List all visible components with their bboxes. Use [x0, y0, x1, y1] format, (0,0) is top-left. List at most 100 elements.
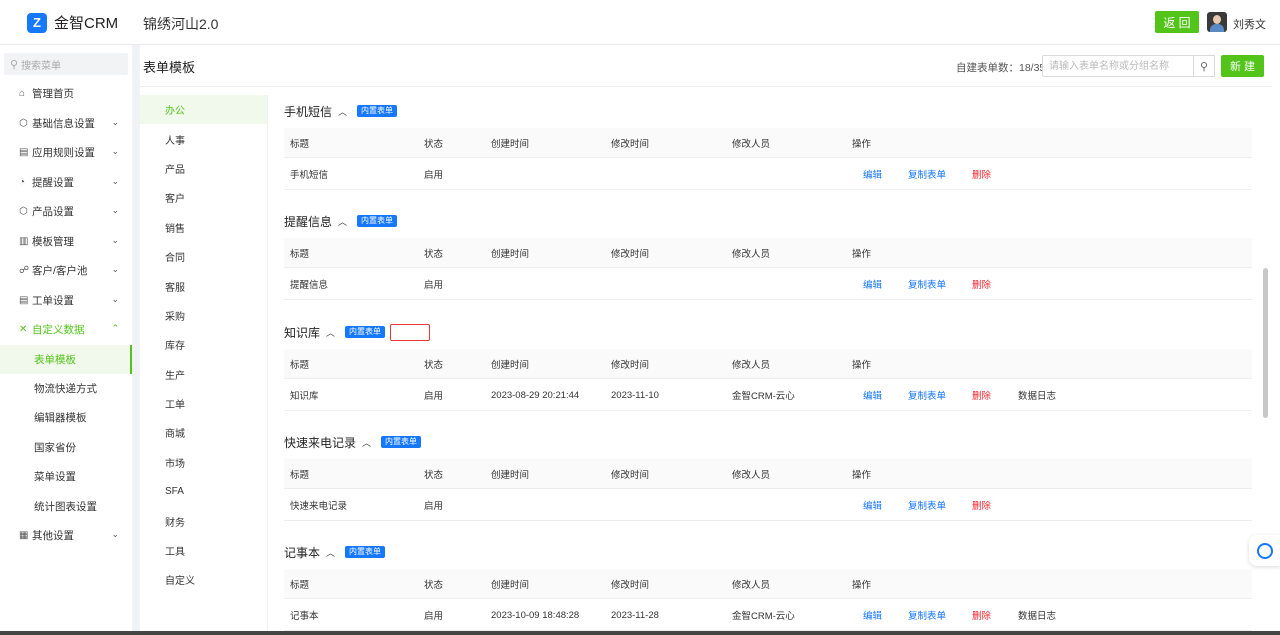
column-header: 标题 [290, 138, 310, 150]
delete-link[interactable]: 删除 [972, 380, 991, 410]
back-button[interactable]: 返 回 [1155, 11, 1199, 33]
chevron-up-icon[interactable]: ︿ [338, 105, 347, 118]
edit-link[interactable]: 编辑 [863, 380, 882, 410]
page-title: 表单模板 [143, 60, 196, 75]
help-float-button[interactable] [1249, 535, 1280, 566]
new-form-button[interactable]: 新 建 [1221, 55, 1264, 77]
category-item[interactable]: 客服 [140, 271, 267, 300]
edit-link[interactable]: 编辑 [863, 490, 882, 520]
cell-status: 启用 [424, 280, 444, 291]
bell-icon: ◔ [19, 176, 26, 188]
section-header[interactable]: 提醒信息 ︿ 内置表单 [284, 208, 398, 234]
category-item[interactable]: 自定义 [140, 565, 267, 594]
data-log-link[interactable]: 数据日志 [1018, 600, 1056, 630]
sidebar-item[interactable]: ▤ 工单设置 ⌄ [0, 286, 132, 316]
sidebar-item[interactable]: ◔ 提醒设置 ⌄ [0, 168, 132, 198]
sidebar-item[interactable]: ▤ 应用规则设置 ⌄ [0, 138, 132, 168]
delete-link[interactable]: 删除 [972, 490, 991, 520]
sidebar-item-other[interactable]: ▦ 其他设置 ⌄ [0, 521, 132, 551]
data-log-link[interactable]: 数据日志 [1018, 380, 1056, 410]
ticket-icon: ▤ [19, 294, 29, 306]
copy-form-link[interactable]: 复制表单 [908, 600, 946, 630]
category-item[interactable]: 工具 [140, 536, 267, 565]
category-item[interactable]: 客户 [140, 183, 267, 212]
sidebar-item[interactable]: ⬡ 产品设置 ⌄ [0, 197, 132, 227]
category-item[interactable]: 产品 [140, 154, 267, 183]
help-icon [1256, 542, 1273, 559]
category-item[interactable]: 采购 [140, 301, 267, 330]
sidebar-subitem[interactable]: 菜单设置 [0, 462, 132, 491]
table-row: 手机短信 启用 编辑 复制表单 删除 [284, 159, 1252, 190]
sidebar-item[interactable]: ▥ 模板管理 ⌄ [0, 227, 132, 257]
column-header: 修改人员 [732, 359, 771, 371]
category-item[interactable]: 库存 [140, 330, 267, 359]
sidebar-subitem[interactable]: 国家省份 [0, 433, 132, 462]
category-item[interactable]: 合同 [140, 242, 267, 271]
delete-link[interactable]: 删除 [972, 159, 991, 189]
avatar[interactable] [1207, 12, 1227, 32]
column-header: 操作 [852, 359, 872, 371]
username[interactable]: 刘秀文 [1233, 16, 1266, 32]
edit-link[interactable]: 编辑 [863, 269, 882, 299]
top-bar: Z 金智CRM 锦绣河山2.0 返 回 刘秀文 [0, 0, 1280, 45]
category-item[interactable]: 办公 [140, 95, 267, 125]
category-item[interactable]: 销售 [140, 213, 267, 242]
column-header: 状态 [424, 469, 444, 481]
sidebar: ⚲ 搜索菜单 ⌂ 管理首页 ⬡ 基础信息设置 ⌄ ▤ 应用规则设置 ⌄ ◔ 提醒设置 ⌄ ⬡ 产品设置 ⌄… [0, 45, 132, 635]
menu-search-input[interactable]: ⚲ 搜索菜单 [4, 53, 128, 75]
sidebar-item-label: 基础信息设置 [32, 117, 95, 130]
section-title: 知识库 [284, 325, 321, 340]
chevron-up-icon[interactable]: ︿ [326, 546, 335, 559]
category-item[interactable]: 市场 [140, 448, 267, 477]
builtin-badge: 内置表单 [345, 546, 386, 558]
column-header: 标题 [290, 469, 310, 481]
category-item[interactable]: 生产 [140, 360, 267, 389]
section-header[interactable]: 知识库 ︿ 内置表单 [284, 319, 386, 345]
cell-modified: 2023-11-28 [611, 609, 659, 621]
sidebar-item[interactable]: ✕ 自定义数据 ⌃ [0, 315, 132, 345]
category-item[interactable]: 财务 [140, 506, 267, 535]
sidebar-subitem[interactable]: 编辑器模板 [0, 403, 132, 432]
copy-form-link[interactable]: 复制表单 [908, 159, 946, 189]
chevron-up-icon[interactable]: ︿ [326, 326, 335, 339]
form-search-input[interactable] [1042, 55, 1194, 77]
section-title: 手机短信 [284, 104, 333, 119]
chevron-up-icon[interactable]: ︿ [362, 436, 371, 449]
category-item[interactable]: SFA [140, 477, 267, 506]
category-item[interactable]: 人事 [140, 124, 267, 153]
column-header: 创建时间 [491, 138, 530, 150]
sidebar-subitem[interactable]: 统计图表设置 [0, 491, 132, 520]
sidebar-subitem[interactable]: 物流快递方式 [0, 374, 132, 403]
table-row: 记事本 启用 2023-10-09 18:48:28 2023-11-28 金智CRM-… [284, 600, 1252, 631]
sidebar-item-label: 自定义数据 [32, 324, 85, 337]
template-icon: ▥ [19, 235, 29, 247]
edit-link[interactable]: 编辑 [863, 159, 882, 189]
search-button[interactable]: ⚲ [1193, 55, 1215, 77]
copy-form-link[interactable]: 复制表单 [908, 490, 946, 520]
form-count-label: 自建表单数：18/35 [956, 62, 1046, 74]
category-item[interactable]: 商城 [140, 418, 267, 447]
chevron-up-icon[interactable]: ︿ [338, 215, 347, 228]
column-header: 修改人员 [732, 248, 771, 260]
sidebar-item-label: 应用规则设置 [32, 147, 95, 160]
section-header[interactable]: 记事本 ︿ 内置表单 [284, 539, 386, 565]
scrollbar[interactable] [1263, 268, 1268, 418]
delete-link[interactable]: 删除 [972, 600, 991, 630]
section-title: 提醒信息 [284, 214, 333, 229]
sidebar-item[interactable]: ⬡ 基础信息设置 ⌄ [0, 109, 132, 139]
section-header[interactable]: 手机短信 ︿ 内置表单 [284, 98, 398, 124]
sidebar-item[interactable]: ⌂ 管理首页 [0, 79, 132, 109]
copy-form-link[interactable]: 复制表单 [908, 380, 946, 410]
logo[interactable]: Z 金智CRM [27, 12, 118, 33]
delete-link[interactable]: 删除 [972, 269, 991, 299]
section-header[interactable]: 快速来电记录 ︿ 内置表单 [284, 429, 422, 455]
sidebar-item-label: 提醒设置 [32, 176, 74, 189]
users-icon: ☍ [19, 265, 30, 277]
category-item[interactable]: 工单 [140, 389, 267, 418]
table-header: 标题 状态 创建时间 修改时间 修改人员 操作 [284, 459, 1252, 489]
edit-link[interactable]: 编辑 [863, 600, 882, 630]
sidebar-item[interactable]: ☍ 客户/客户池 ⌄ [0, 256, 132, 286]
copy-form-link[interactable]: 复制表单 [908, 269, 946, 299]
sidebar-subitem[interactable]: 表单模板 [0, 344, 132, 374]
table-row: 快速来电记录 启用 编辑 复制表单 删除 [284, 490, 1252, 521]
